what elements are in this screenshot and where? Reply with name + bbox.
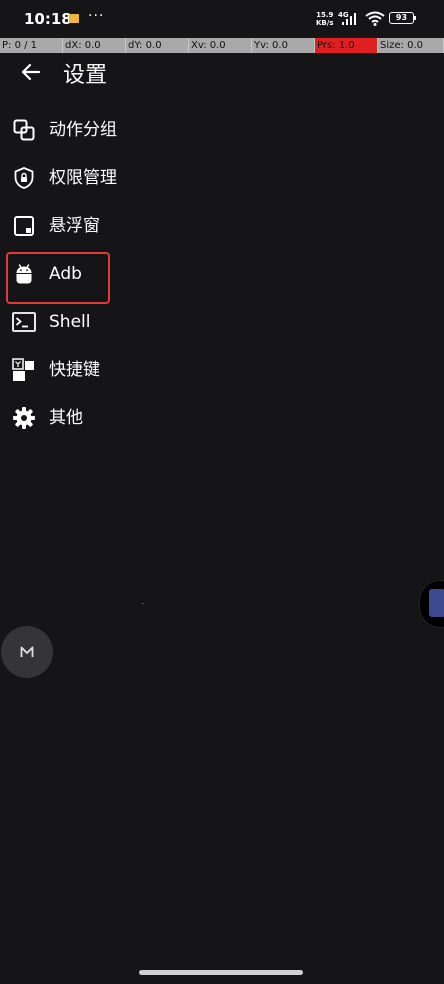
menu-item-other[interactable]: 其他 [0,394,444,442]
menu-item-permissions[interactable]: 权限管理 [0,154,444,202]
more-notifications-icon: ··· [88,8,105,24]
menu-item-label: Shell [49,312,91,332]
network-speed: 15.9 KB/s [316,11,333,27]
edge-panel-handle-icon [429,589,444,617]
back-arrow-icon[interactable] [19,60,43,84]
m-logo-icon [20,646,34,657]
gear-icon [13,407,35,429]
battery-indicator: 93 [389,12,414,24]
pointer-yv: Yv: 0.0 [252,38,315,53]
signal-icon [342,13,356,25]
pointer-size: Size: 0.0 [378,38,444,53]
menu-item-label: 悬浮窗 [49,216,100,236]
terminal-icon [12,312,36,332]
menu-item-label: 动作分组 [49,120,117,140]
pointer-xv: Xv: 0.0 [189,38,252,53]
floating-window-icon [14,216,34,236]
notification-icon [69,14,79,23]
network-speed-value: 15.9 [316,11,334,19]
touch-trace-dot [142,603,144,604]
menu-item-label: 快捷键 [49,360,100,380]
battery-tip [414,16,416,20]
layers-icon [13,119,35,141]
page-title: 设置 [63,63,108,88]
menu-item-shell[interactable]: Shell [0,298,444,346]
pointer-dx: dX: 0.0 [63,38,126,53]
pointer-location-bar: P: 0 / 1 dX: 0.0 dY: 0.0 Xv: 0.0 Yv: 0.0… [0,38,444,53]
pointer-dy: dY: 0.0 [126,38,189,53]
shortcut-icon [12,358,34,381]
adb-highlight-box [6,252,110,304]
menu-item-shortcuts[interactable]: 快捷键 [0,346,444,394]
pointer-pressure: Prs: 1.0 [315,38,378,53]
menu-item-action-groups[interactable]: 动作分组 [0,106,444,154]
status-time: 10:18 [24,10,72,28]
menu-item-label: 其他 [49,408,83,428]
network-speed-unit: KB/s [316,19,334,27]
home-indicator[interactable] [139,970,303,975]
shield-lock-icon [14,167,34,189]
pointer-count: P: 0 / 1 [0,38,63,53]
menu-item-floating-window[interactable]: 悬浮窗 [0,202,444,250]
wifi-icon [365,11,385,26]
menu-item-label: 权限管理 [49,168,117,188]
screen: 10:18 ··· 15.9 KB/s 4G 93 P: 0 / 1 dX: 0… [0,0,444,984]
floating-m-button[interactable] [1,626,53,678]
status-bar: 10:18 ··· 15.9 KB/s 4G 93 [0,0,444,38]
